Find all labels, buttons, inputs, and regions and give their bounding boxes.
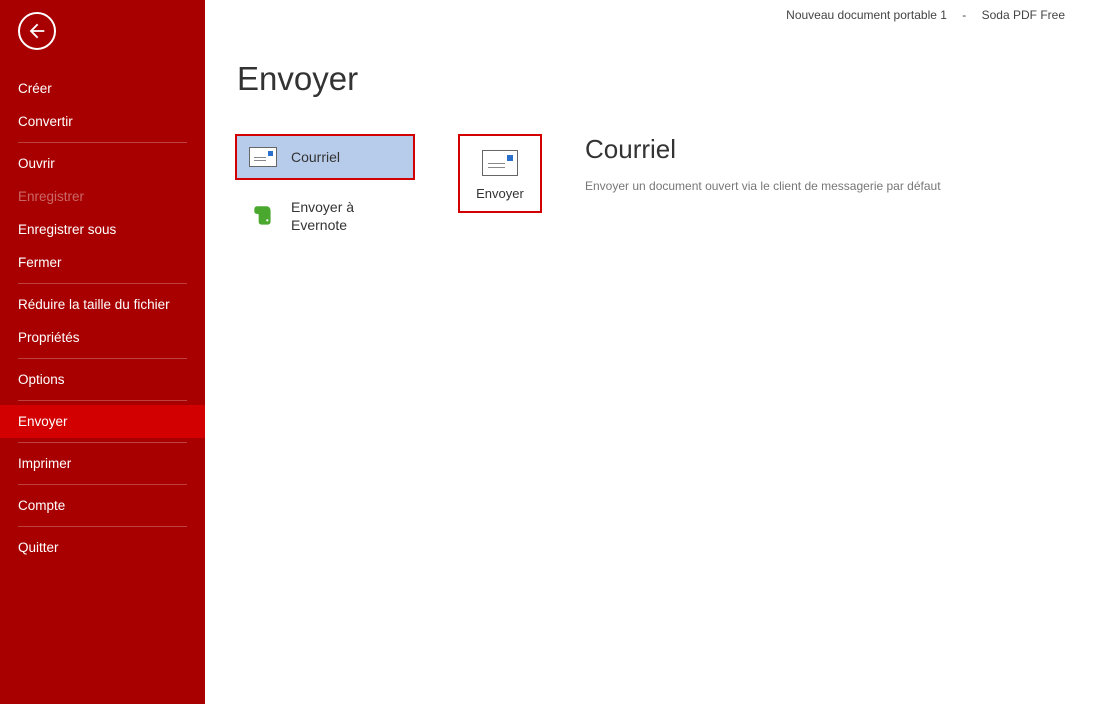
sidebar-item-enregistrer-sous[interactable]: Enregistrer sous bbox=[18, 213, 187, 246]
detail-column: Courriel Envoyer un document ouvert via … bbox=[585, 134, 1071, 252]
mail-icon bbox=[482, 150, 518, 176]
option-courriel[interactable]: Courriel bbox=[235, 134, 415, 180]
sidebar-item-options[interactable]: Options bbox=[18, 363, 187, 396]
separator: - bbox=[962, 8, 966, 22]
sidebar-item-ouvrir[interactable]: Ouvrir bbox=[18, 147, 187, 180]
sidebar-item-compte[interactable]: Compte bbox=[18, 489, 187, 522]
backstage-sidebar: Créer Convertir Ouvrir Enregistrer Enreg… bbox=[0, 0, 205, 704]
send-action-button[interactable]: Envoyer bbox=[458, 134, 542, 213]
option-courriel-label: Courriel bbox=[291, 148, 340, 166]
back-arrow-icon bbox=[26, 20, 48, 42]
title-bar: Nouveau document portable 1 - Soda PDF F… bbox=[780, 8, 1071, 22]
sidebar-item-fermer[interactable]: Fermer bbox=[18, 246, 187, 279]
app-name: Soda PDF Free bbox=[982, 8, 1065, 22]
sidebar-item-quitter[interactable]: Quitter bbox=[18, 531, 187, 564]
sidebar-item-enregistrer: Enregistrer bbox=[18, 180, 187, 213]
detail-description: Envoyer un document ouvert via le client… bbox=[585, 179, 1071, 193]
send-action-label: Envoyer bbox=[476, 186, 524, 201]
page-title: Envoyer bbox=[237, 60, 1071, 98]
main-panel: Nouveau document portable 1 - Soda PDF F… bbox=[205, 0, 1101, 704]
evernote-icon bbox=[249, 205, 277, 227]
option-evernote-label: Envoyer à Evernote bbox=[291, 198, 354, 234]
send-options-column: Courriel Envoyer à Evernote bbox=[235, 134, 415, 252]
action-column: Envoyer bbox=[455, 134, 545, 252]
document-name: Nouveau document portable 1 bbox=[786, 8, 947, 22]
back-button[interactable] bbox=[18, 12, 56, 50]
mail-icon bbox=[249, 146, 277, 168]
detail-title: Courriel bbox=[585, 134, 1071, 165]
option-evernote[interactable]: Envoyer à Evernote bbox=[235, 186, 415, 246]
sidebar-item-reduire[interactable]: Réduire la taille du fichier bbox=[18, 288, 187, 321]
sidebar-item-convertir[interactable]: Convertir bbox=[18, 105, 187, 138]
sidebar-item-proprietes[interactable]: Propriétés bbox=[18, 321, 187, 354]
sidebar-item-imprimer[interactable]: Imprimer bbox=[18, 447, 187, 480]
sidebar-item-envoyer[interactable]: Envoyer bbox=[0, 405, 205, 438]
sidebar-item-creer[interactable]: Créer bbox=[18, 72, 187, 105]
